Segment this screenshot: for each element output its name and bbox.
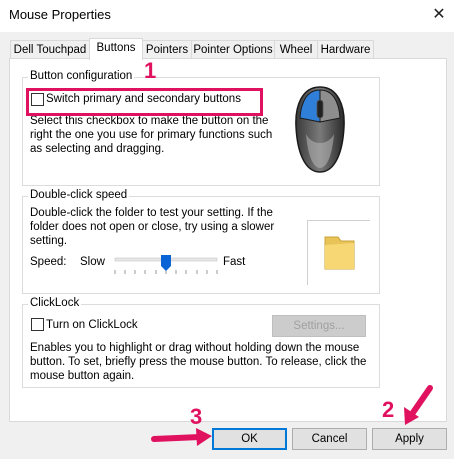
arrow-to-apply-icon [404, 385, 433, 425]
step-number-2: 2 [382, 397, 395, 422]
annotation-arrows [151, 385, 433, 446]
step-number-3: 3 [190, 404, 203, 429]
step-number-1: 1 [144, 58, 157, 83]
arrow-to-ok-icon [151, 428, 212, 446]
